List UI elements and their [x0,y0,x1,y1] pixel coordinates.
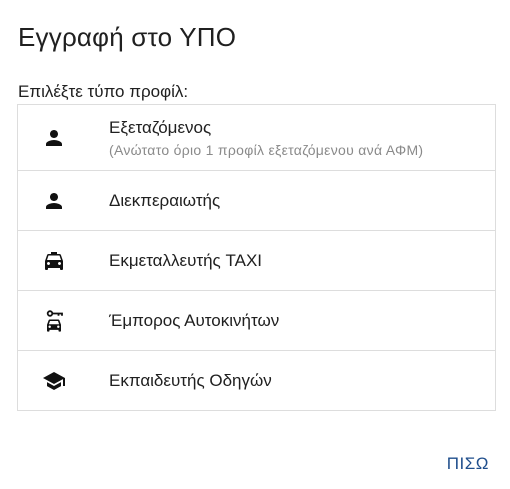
profile-option-hint: (Ανώτατο όριο 1 προφίλ εξεταζόμενου ανά … [109,141,424,158]
back-button[interactable]: ΠΙΣΩ [447,454,489,474]
dialog-subtitle: Επιλέξτε τύπο προφίλ: [18,82,189,101]
profile-option-taxi[interactable]: Εκμεταλλευτής TAXI [18,230,495,290]
person-icon [42,126,66,150]
profile-option-car-dealer[interactable]: Έμπορος Αυτοκινήτων [18,290,495,350]
profile-option-label: Εξεταζόμενος [109,117,212,137]
profile-option-driving-instructor[interactable]: Εκπαιδευτής Οδηγών [18,350,495,410]
profile-option-examinee[interactable]: Εξεταζόμενος (Ανώτατο όριο 1 προφίλ εξετ… [18,105,495,170]
graduation-cap-icon [42,369,66,393]
person-icon [42,189,66,213]
profile-option-label: Έμπορος Αυτοκινήτων [109,310,280,330]
taxi-icon [42,249,66,273]
profile-option-processor[interactable]: Διεκπεραιωτής [18,170,495,230]
dialog-title: Εγγραφή στο ΥΠΟ [18,22,237,52]
profile-type-list: Εξεταζόμενος (Ανώτατο όριο 1 προφίλ εξετ… [17,104,496,411]
profile-option-label: Εκπαιδευτής Οδηγών [109,370,272,390]
profile-option-label: Εκμεταλλευτής TAXI [109,250,262,270]
profile-option-label: Διεκπεραιωτής [109,190,221,210]
car-dealer-icon [42,309,66,333]
